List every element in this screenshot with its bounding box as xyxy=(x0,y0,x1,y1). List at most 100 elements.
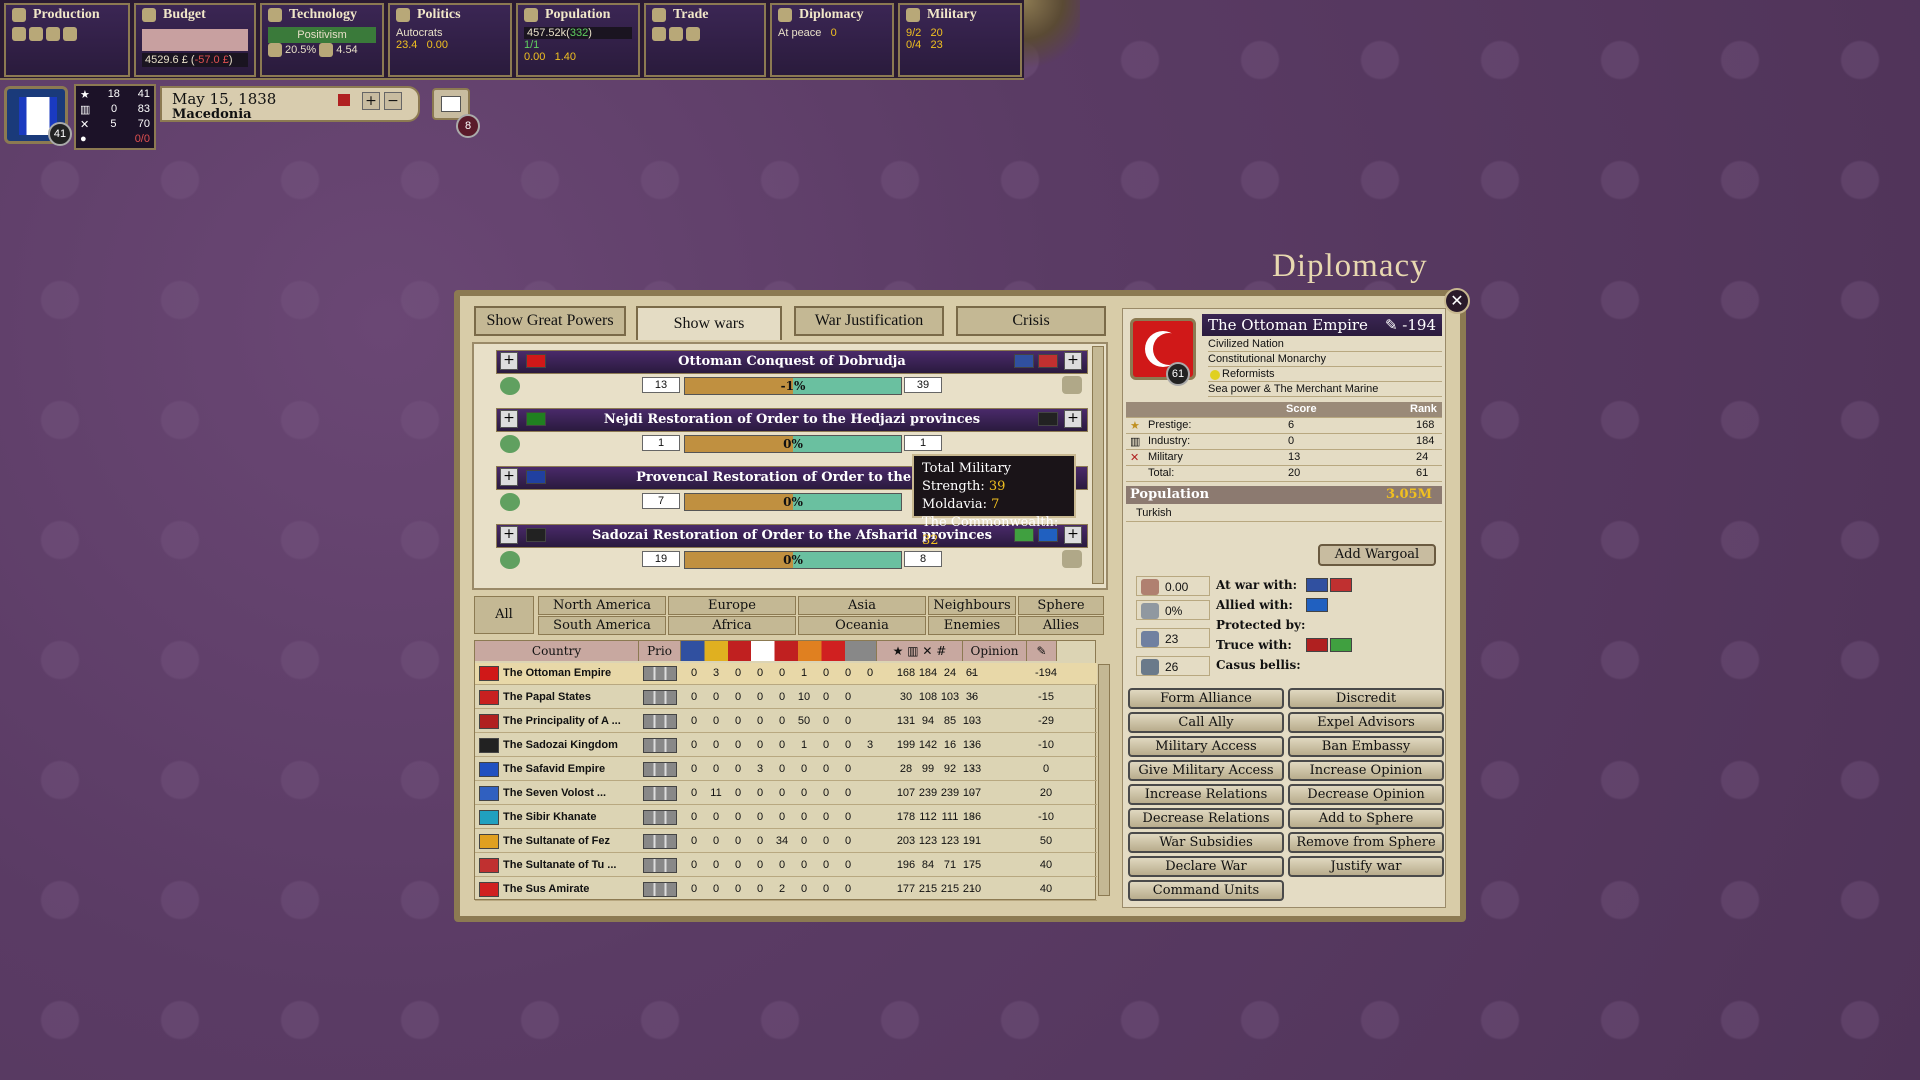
attacker-flag xyxy=(526,470,546,484)
tab-show-wars[interactable]: Show wars xyxy=(636,306,782,340)
increase-opinion-button[interactable]: Increase Opinion xyxy=(1288,760,1444,781)
tab-crisis[interactable]: Crisis xyxy=(956,306,1106,336)
join-attacker-button[interactable]: + xyxy=(500,468,518,486)
date-panel: May 15, 1838 Macedonia + − xyxy=(160,86,420,122)
call-ally-button[interactable]: Call Ally xyxy=(1128,712,1284,733)
war-entry[interactable]: Ottoman Conquest of Dobrudja + + 13 -1% … xyxy=(496,350,1088,398)
speed-up-button[interactable]: + xyxy=(362,92,380,110)
filter-south-america[interactable]: South America xyxy=(538,616,666,635)
civ-status: Civilized Nation xyxy=(1208,338,1442,352)
table-scrollbar[interactable] xyxy=(1098,664,1110,896)
header-prio[interactable]: Prio xyxy=(639,641,681,661)
discredit-button[interactable]: Discredit xyxy=(1288,688,1444,709)
protected-by: Protected by: xyxy=(1216,618,1306,632)
enemy-flag[interactable] xyxy=(1330,578,1352,592)
ally-flag[interactable] xyxy=(1306,598,1328,612)
tab-war-justification[interactable]: War Justification xyxy=(794,306,944,336)
decrease-relations-button[interactable]: Decrease Relations xyxy=(1128,808,1284,829)
table-row[interactable]: The Safavid Empire 0 0 0 3 0 0 0 0 28 99 92 133-0 xyxy=(475,759,1097,781)
join-defender-button[interactable]: + xyxy=(1064,526,1082,544)
filter-allies[interactable]: Allies xyxy=(1018,616,1104,635)
table-row[interactable]: The Sibir Khanate 0 0 0 0 0 0 0 0 178 112 111 186- -1… xyxy=(475,807,1097,829)
goods-icon xyxy=(12,27,26,41)
add-to-sphere-button[interactable]: Add to Sphere xyxy=(1288,808,1444,829)
filter-all[interactable]: All xyxy=(474,596,534,634)
command-units-button[interactable]: Command Units xyxy=(1128,880,1284,901)
tab-show-great-powers[interactable]: Show Great Powers xyxy=(474,306,626,336)
expel-advisors-button[interactable]: Expel Advisors xyxy=(1288,712,1444,733)
priority-selector[interactable] xyxy=(643,690,677,705)
filter-neighbours[interactable]: Neighbours xyxy=(928,596,1016,615)
table-row[interactable]: The Sultanate of Fez 0 0 0 0 34 0 0 0 203 123 123 19… xyxy=(475,831,1097,853)
ban-embassy-button[interactable]: Ban Embassy xyxy=(1288,736,1444,757)
join-attacker-button[interactable]: + xyxy=(500,410,518,428)
join-defender-button[interactable]: + xyxy=(1064,410,1082,428)
politics-panel[interactable]: Politics Autocrats 23.4 0.00 xyxy=(388,3,512,77)
peace-offer-icon[interactable] xyxy=(1062,376,1082,394)
join-attacker-button[interactable]: + xyxy=(500,352,518,370)
war-subsidies-button[interactable]: War Subsidies xyxy=(1128,832,1284,853)
table-row[interactable]: The Sus Amirate 0 0 0 0 2 0 0 0 177 215 215 210-40 xyxy=(475,879,1097,901)
priority-selector[interactable] xyxy=(643,834,677,849)
rank-cell: 107 xyxy=(896,787,916,799)
close-button[interactable]: ✕ xyxy=(1444,288,1470,314)
attacker-strength: 7 xyxy=(642,493,680,509)
priority-selector[interactable] xyxy=(643,714,677,729)
add-wargoal-button[interactable]: Add Wargoal xyxy=(1318,544,1436,566)
trade-panel[interactable]: Trade xyxy=(644,3,766,77)
priority-selector[interactable] xyxy=(643,810,677,825)
filter-enemies[interactable]: Enemies xyxy=(928,616,1016,635)
remove-from-sphere-button[interactable]: Remove from Sphere xyxy=(1288,832,1444,853)
header-country[interactable]: Country xyxy=(475,641,639,661)
filter-asia[interactable]: Asia xyxy=(798,596,926,615)
priority-selector[interactable] xyxy=(643,882,677,897)
table-row[interactable]: The Principality of A ... 0 0 0 0 0 50 0 0 131 94 8… xyxy=(475,711,1097,733)
pause-button[interactable] xyxy=(338,94,350,106)
military-strength-tooltip: Total Military Strength: 39 Moldavia: 7 … xyxy=(912,454,1076,548)
table-row[interactable]: The Seven Volost ... 0 11 0 0 0 0 0 0 107 239 239 10… xyxy=(475,783,1097,805)
influence-cell: 0 xyxy=(756,787,764,799)
give-military-access-button[interactable]: Give Military Access xyxy=(1128,760,1284,781)
opinion-cell: - xyxy=(971,811,975,823)
table-row[interactable]: The Sadozai Kingdom 0 0 0 0 0 1 0 0 3 199 142 16 136-… xyxy=(475,735,1097,757)
join-defender-button[interactable]: + xyxy=(1064,352,1082,370)
speed-down-button[interactable]: − xyxy=(384,92,402,110)
peace-offer-icon[interactable] xyxy=(1062,550,1082,568)
justify-war-button[interactable]: Justify war xyxy=(1288,856,1444,877)
priority-selector[interactable] xyxy=(643,666,677,681)
priority-selector[interactable] xyxy=(643,762,677,777)
form-alliance-button[interactable]: Form Alliance xyxy=(1128,688,1284,709)
truce-flag[interactable] xyxy=(1330,638,1352,652)
table-row[interactable]: The Ottoman Empire 0 3 0 0 0 1 0 0 0 168 184 24 61- -1… xyxy=(475,663,1097,685)
decrease-opinion-button[interactable]: Decrease Opinion xyxy=(1288,784,1444,805)
diplomacy-panel[interactable]: Diplomacy At peace 0 xyxy=(770,3,894,77)
join-attacker-button[interactable]: + xyxy=(500,526,518,544)
declare-war-button[interactable]: Declare War xyxy=(1128,856,1284,877)
filter-sphere[interactable]: Sphere xyxy=(1018,596,1104,615)
filter-north-america[interactable]: North America xyxy=(538,596,666,615)
population-panel[interactable]: Population 457.52k(332) 1/1 0.00 1.40 xyxy=(516,3,640,77)
budget-panel[interactable]: Budget 4529.6 £ (-57.0 £) xyxy=(134,3,256,77)
wars-scrollbar[interactable] xyxy=(1092,346,1104,584)
header-relations-icon[interactable]: ✎ xyxy=(1027,641,1057,661)
increase-relations-button[interactable]: Increase Relations xyxy=(1128,784,1284,805)
filter-europe[interactable]: Europe xyxy=(668,596,796,615)
priority-selector[interactable] xyxy=(643,738,677,753)
priority-selector[interactable] xyxy=(643,858,677,873)
filter-oceania[interactable]: Oceania xyxy=(798,616,926,635)
priority-selector[interactable] xyxy=(643,786,677,801)
influence-cell: 0 xyxy=(844,811,852,823)
header-opinion[interactable]: Opinion xyxy=(963,641,1027,661)
technology-panel[interactable]: Technology Positivism 20.5% 4.54 xyxy=(260,3,384,77)
military-panel[interactable]: Military 9/2 20 0/4 23 xyxy=(898,3,1022,77)
country-name: The Ottoman Empire ✎ -194 xyxy=(1202,314,1442,336)
production-panel[interactable]: Production xyxy=(4,3,130,77)
military-access-button[interactable]: Military Access xyxy=(1128,736,1284,757)
table-row[interactable]: The Papal States 0 0 0 0 0 10 0 0 30 108 103 36- -15 xyxy=(475,687,1097,709)
relations-cell: -15 xyxy=(1038,691,1054,703)
filter-africa[interactable]: Africa xyxy=(668,616,796,635)
truce-flag[interactable] xyxy=(1306,638,1328,652)
war-entry[interactable]: Nejdi Restoration of Order to the Hedjaz… xyxy=(496,408,1088,456)
table-row[interactable]: The Sultanate of Tu ... 0 0 0 0 0 0 0 0 196 84 71 17… xyxy=(475,855,1097,877)
enemy-flag[interactable] xyxy=(1306,578,1328,592)
